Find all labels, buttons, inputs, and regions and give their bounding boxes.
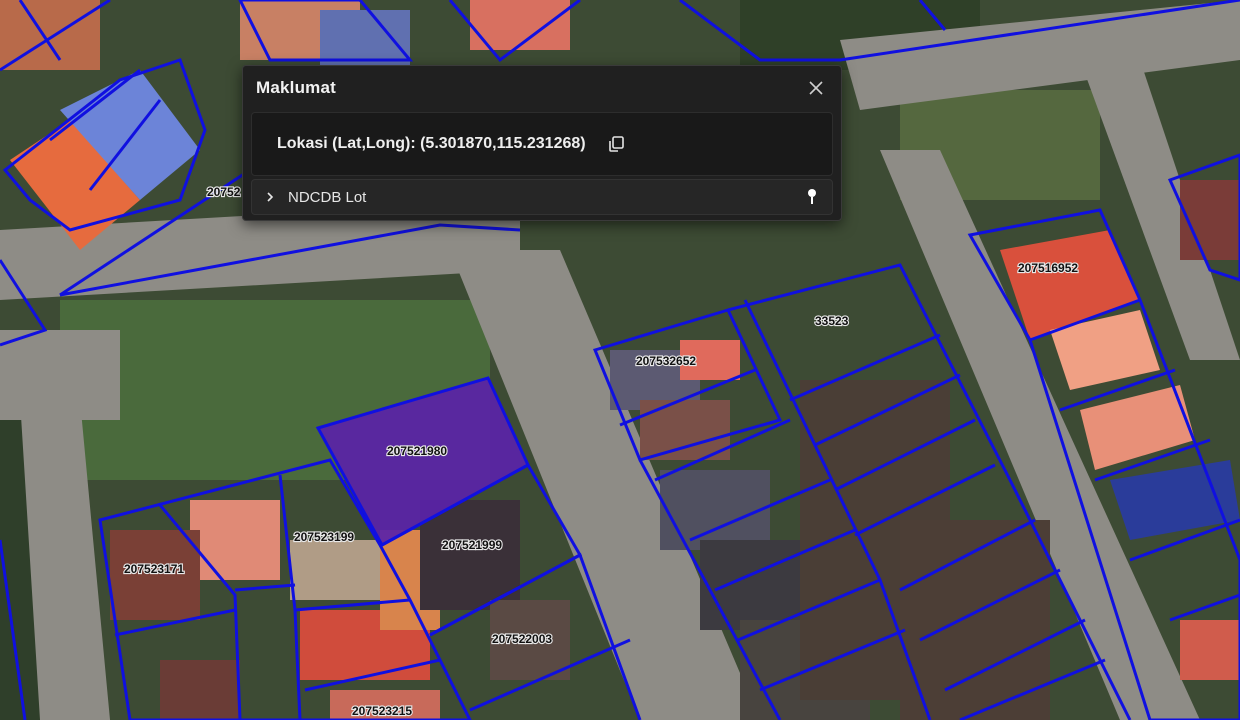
close-icon [809, 81, 823, 95]
lot-label: 33523 [815, 314, 849, 328]
lot-label: 207521999 [442, 538, 502, 552]
map-pin-icon[interactable] [792, 188, 832, 206]
info-panel-header: Maklumat [243, 66, 841, 110]
lot-label: 207523199 [294, 530, 354, 544]
info-panel: Maklumat Lokasi (Lat,Long): (5.301870,11… [242, 65, 842, 221]
close-button[interactable] [803, 75, 829, 101]
copy-icon [608, 136, 624, 152]
lot-label: 207522003 [492, 632, 552, 646]
lot-label: 207532652 [636, 354, 696, 368]
layer-row-ndcdb[interactable]: NDCDB Lot [251, 179, 833, 215]
chevron-right-icon[interactable] [252, 191, 288, 203]
layer-row-label: NDCDB Lot [288, 188, 367, 206]
location-card: Lokasi (Lat,Long): (5.301870,115.231268) [251, 112, 833, 176]
lot-label: 207523215 [352, 704, 412, 718]
lot-label: 207521980 [387, 444, 447, 458]
lot-label: 207516952 [1018, 261, 1078, 275]
lot-label: 207523171 [124, 562, 184, 576]
location-coordinates: Lokasi (Lat,Long): (5.301870,115.231268) [277, 135, 586, 152]
lot-label: 20752 [207, 185, 241, 199]
copy-button[interactable] [604, 132, 628, 156]
panel-title: Maklumat [256, 78, 337, 97]
